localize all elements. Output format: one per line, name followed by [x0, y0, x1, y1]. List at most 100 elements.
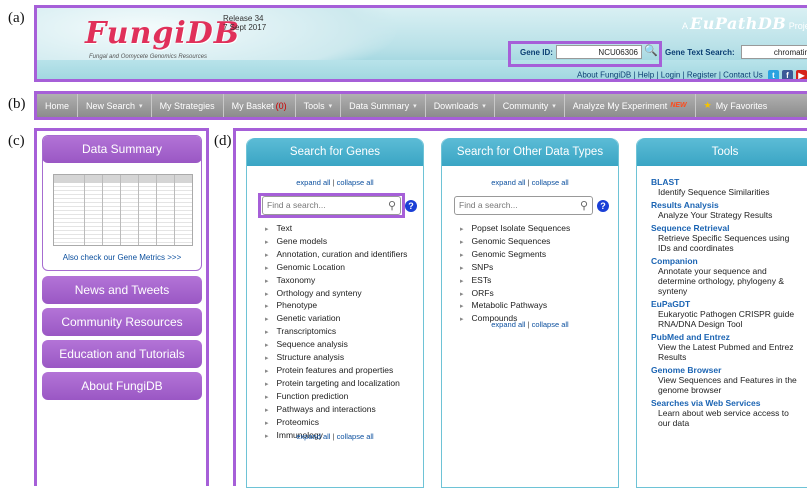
category-gene-models[interactable]: Gene models: [265, 236, 407, 249]
help-icon[interactable]: ?: [597, 200, 609, 212]
tool-eupagdt-link[interactable]: EuPaGDT: [651, 299, 801, 309]
eupath-prefix: A: [682, 21, 688, 31]
data-summary-thumbnail[interactable]: [53, 174, 193, 246]
collapse-all-link[interactable]: collapse all: [532, 178, 569, 187]
top-links[interactable]: About FungiDB | Help | Login | Register …: [577, 70, 807, 79]
nav-item-analyze-my-experiment[interactable]: Analyze My Experiment NEW: [565, 94, 696, 117]
nav-item-downloads[interactable]: Downloads ▾: [426, 94, 495, 117]
eupathdb-logo[interactable]: EuPathDB: [690, 14, 786, 33]
tool-companion-link[interactable]: Companion: [651, 256, 801, 266]
category-pathways-and-interactions[interactable]: Pathways and interactions: [265, 404, 407, 417]
category-proteomics[interactable]: Proteomics: [265, 417, 407, 430]
tool-genome-browser-link[interactable]: Genome Browser: [651, 365, 801, 375]
nav-item-my-strategies[interactable]: My Strategies: [152, 94, 224, 117]
category-phenotype[interactable]: Phenotype: [265, 300, 407, 313]
tool-searches-via-web-services-link[interactable]: Searches via Web Services: [651, 398, 801, 408]
nav-item-tools[interactable]: Tools ▾: [296, 94, 342, 117]
twitter-icon[interactable]: t: [767, 70, 779, 79]
category-function-prediction[interactable]: Function prediction: [265, 391, 407, 404]
category-taxonomy[interactable]: Taxonomy: [265, 275, 407, 288]
search-other-data-types-header: Search for Other Data Types: [442, 138, 618, 166]
nav-item-data-summary[interactable]: Data Summary ▾: [341, 94, 426, 117]
news-and-tweets-button[interactable]: News and Tweets: [42, 276, 202, 304]
collapse-all-link[interactable]: collapse all: [337, 178, 374, 187]
tool-sequence-retrieval-link[interactable]: Sequence Retrieval: [651, 223, 801, 233]
tool-results-analysis-link[interactable]: Results Analysis: [651, 200, 801, 210]
education-and-tutorials-button[interactable]: Education and Tutorials: [42, 340, 202, 368]
sidebar: Data Summary Also check our Gene Metrics…: [34, 128, 209, 486]
tools-header: Tools: [637, 138, 807, 166]
category-ests[interactable]: ESTs: [460, 275, 570, 288]
expand-all-link[interactable]: expand all: [296, 178, 330, 187]
tool-pubmed-and-entrez-description: View the Latest Pubmed and Entrez Result…: [658, 342, 794, 362]
gene-id-search-icon[interactable]: 🔍: [644, 44, 658, 57]
category-genomic-segments[interactable]: Genomic Segments: [460, 249, 570, 262]
chevron-down-icon: ▾: [413, 102, 417, 110]
category-genomic-location[interactable]: Genomic Location: [265, 262, 407, 275]
category-popset-isolate-sequences[interactable]: Popset Isolate Sequences: [460, 223, 571, 236]
link-separator: |: [527, 178, 530, 187]
collapse-all-link[interactable]: collapse all: [337, 432, 374, 441]
category-protein-features-and-properties[interactable]: Protein features and properties: [265, 365, 407, 378]
main-content: Search for Genes expand all | collapse a…: [233, 128, 807, 488]
category-sequence-analysis[interactable]: Sequence analysis: [265, 339, 407, 352]
nav-item-home[interactable]: Home: [37, 94, 79, 117]
tool-eupagdt-description: Eukaryotic Pathogen CRISPR guide RNA/DNA…: [658, 309, 795, 329]
new-badge: NEW: [670, 102, 687, 109]
category-metabolic-pathways[interactable]: Metabolic Pathways: [460, 300, 570, 313]
tool-searches-via-web-services-description: Learn about web service access to our da…: [658, 408, 789, 428]
tool-blast-link[interactable]: BLAST: [651, 177, 801, 187]
nav-item-my-favorites[interactable]: ★ My Favorites: [696, 94, 776, 117]
expand-all-link[interactable]: expand all: [491, 320, 525, 329]
release-info: Release 34 7 Sept 2017: [223, 14, 266, 32]
tools-list: BLAST Identify Sequence Similarities Resul…: [651, 174, 801, 428]
nav-item-label: Analyze My Experiment: [572, 100, 668, 111]
facebook-icon[interactable]: f: [781, 70, 793, 79]
link-separator: |: [332, 432, 335, 441]
data-summary-button[interactable]: Data Summary: [43, 136, 201, 163]
link-separator: |: [332, 178, 335, 187]
nav-item-my-basket[interactable]: My Basket (0): [224, 94, 296, 117]
tool-genome-browser-description: View Sequences and Features in the genom…: [658, 375, 797, 395]
collapse-all-link[interactable]: collapse all: [532, 320, 569, 329]
community-resources-button[interactable]: Community Resources: [42, 308, 202, 336]
gene-find-search-input[interactable]: Find a search... ⚲: [262, 196, 401, 215]
figure-label-c: (c): [8, 133, 25, 149]
category-transcriptomics[interactable]: Transcriptomics: [265, 326, 407, 339]
tools-card: Tools BLAST Identify Sequence Similaritie…: [636, 138, 807, 488]
nav-item-label: My Strategies: [159, 100, 215, 111]
site-logo[interactable]: FungiDB: [85, 16, 240, 51]
category-genomic-sequences[interactable]: Genomic Sequences: [460, 236, 570, 249]
other-expand-collapse-top: expand all | collapse all: [442, 178, 618, 187]
expand-all-link[interactable]: expand all: [491, 178, 525, 187]
basket-count: (0): [275, 100, 287, 111]
category-protein-targeting-and-localization[interactable]: Protein targeting and localization: [265, 378, 407, 391]
search-icon[interactable]: ⚲: [388, 198, 396, 215]
category-genetic-variation[interactable]: Genetic variation: [265, 313, 407, 326]
nav-item-new-search[interactable]: New Search ▾: [78, 94, 152, 117]
other-find-search-input[interactable]: Find a search... ⚲: [454, 196, 593, 215]
top-links-text[interactable]: About FungiDB | Help | Login | Register …: [577, 71, 763, 79]
category-orfs[interactable]: ORFs: [460, 288, 570, 301]
gene-id-input[interactable]: NCU06306: [556, 45, 642, 59]
help-icon[interactable]: ?: [405, 200, 417, 212]
category-structure-analysis[interactable]: Structure analysis: [265, 352, 407, 365]
expand-all-link[interactable]: expand all: [296, 432, 330, 441]
data-summary-panel: Data Summary Also check our Gene Metrics…: [42, 135, 202, 271]
about-fungidb-button[interactable]: About FungiDB: [42, 372, 202, 400]
nav-item-label: Data Summary: [349, 100, 410, 111]
nav-item-community[interactable]: Community ▾: [495, 94, 565, 117]
category-snps[interactable]: SNPs: [460, 262, 570, 275]
youtube-icon[interactable]: ▶: [795, 70, 807, 79]
gene-metrics-link[interactable]: Also check our Gene Metrics >>>: [43, 253, 201, 262]
category-text[interactable]: Text: [265, 223, 407, 236]
search-icon[interactable]: ⚲: [580, 198, 588, 215]
gene-text-input[interactable]: chromatin: [741, 45, 807, 59]
nav-list: Home New Search ▾ My Strategies My Basket (0)…: [37, 94, 807, 117]
category-annotation-curation-and-identifiers[interactable]: Annotation, curation and identifiers: [265, 249, 408, 262]
category-orthology-and-synteny[interactable]: Orthology and synteny: [265, 288, 407, 301]
eupathdb-banner[interactable]: A EuPathDB Project: [682, 14, 807, 33]
tool-pubmed-and-entrez-link[interactable]: PubMed and Entrez: [651, 332, 801, 342]
other-search-categories: Popset Isolate SequencesGenomic Sequence…: [460, 223, 571, 326]
tool-blast-description: Identify Sequence Similarities: [658, 187, 770, 197]
